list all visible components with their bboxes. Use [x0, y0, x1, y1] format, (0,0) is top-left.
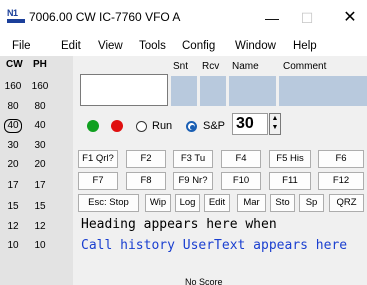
- entry-panel: Snt Rcv Name Comment Run S&P 30 ▲ ▼ F1 Q…: [73, 56, 367, 285]
- green-status-indicator: [87, 120, 99, 132]
- band-ph-17[interactable]: 17: [31, 180, 49, 191]
- band-cw-80[interactable]: 80: [4, 101, 22, 112]
- band-cw-30[interactable]: 30: [4, 140, 22, 151]
- red-status-indicator: [111, 120, 123, 132]
- run-radio[interactable]: [136, 121, 147, 132]
- band-ph-15[interactable]: 15: [31, 201, 49, 212]
- f6-button[interactable]: F6: [318, 150, 364, 168]
- band-header-ph: PH: [33, 59, 47, 70]
- cq-repeat-spinner[interactable]: ▲ ▼: [269, 113, 281, 135]
- minimize-button[interactable]: —: [255, 6, 289, 30]
- band-cw-160[interactable]: 160: [4, 81, 22, 92]
- f9-button[interactable]: F9 Nr?: [173, 172, 213, 190]
- band-ph-12[interactable]: 12: [31, 221, 49, 232]
- f7-button[interactable]: F7: [78, 172, 118, 190]
- menu-tools[interactable]: Tools: [139, 40, 166, 52]
- mark-button[interactable]: Mar: [237, 194, 266, 212]
- edit-button[interactable]: Edit: [204, 194, 230, 212]
- col-header-comment: Comment: [283, 61, 327, 72]
- call-input[interactable]: [80, 74, 168, 106]
- band-ph-10[interactable]: 10: [31, 240, 49, 251]
- f10-button[interactable]: F10: [221, 172, 261, 190]
- sp-radio[interactable]: [186, 121, 197, 132]
- spot-button[interactable]: Sp: [299, 194, 324, 212]
- menu-help[interactable]: Help: [293, 40, 317, 52]
- band-cw-40-selected[interactable]: 40: [4, 119, 22, 133]
- col-header-snt: Snt: [173, 61, 189, 72]
- spin-down-icon[interactable]: ▼: [270, 123, 280, 132]
- close-button[interactable]: ✕: [333, 6, 367, 30]
- f8-button[interactable]: F8: [126, 172, 166, 190]
- menu-bar: File Edit View Tools Config Window Help: [0, 38, 367, 56]
- menu-view[interactable]: View: [98, 40, 123, 52]
- menu-window[interactable]: Window: [235, 40, 276, 52]
- heading-message: Heading appears here when: [81, 217, 277, 232]
- band-ph-20[interactable]: 20: [31, 159, 49, 170]
- f11-button[interactable]: F11: [269, 172, 311, 190]
- score-status: No Score: [185, 277, 223, 285]
- spin-up-icon[interactable]: ▲: [270, 114, 280, 123]
- f12-button[interactable]: F12: [318, 172, 364, 190]
- band-ph-80[interactable]: 80: [31, 101, 49, 112]
- rcv-field[interactable]: [200, 76, 226, 106]
- maximize-button[interactable]: ☐: [290, 6, 324, 30]
- menu-config[interactable]: Config: [182, 40, 215, 52]
- title-bar: N1 7006.00 CW IC-7760 VFO A — ☐ ✕: [0, 0, 367, 34]
- f1-button[interactable]: F1 Qrl?: [78, 150, 118, 168]
- wipe-button[interactable]: Wip: [145, 194, 171, 212]
- call-history-message: Call history UserText appears here: [81, 238, 348, 253]
- log-button[interactable]: Log: [175, 194, 200, 212]
- snt-field[interactable]: [171, 76, 197, 106]
- name-field[interactable]: [229, 76, 276, 106]
- cq-repeat-input[interactable]: 30: [232, 113, 268, 135]
- f5-button[interactable]: F5 His: [269, 150, 311, 168]
- band-cw-15[interactable]: 15: [4, 201, 22, 212]
- band-cw-20[interactable]: 20: [4, 159, 22, 170]
- f3-button[interactable]: F3 Tu: [173, 150, 213, 168]
- esc-stop-button[interactable]: Esc: Stop: [78, 194, 139, 212]
- band-cw-10[interactable]: 10: [4, 240, 22, 251]
- comment-field[interactable]: [279, 76, 367, 106]
- band-cw-12[interactable]: 12: [4, 221, 22, 232]
- band-ph-40[interactable]: 40: [31, 120, 49, 131]
- menu-file[interactable]: File: [12, 40, 31, 52]
- menu-edit[interactable]: Edit: [61, 40, 81, 52]
- sp-label: S&P: [203, 120, 226, 132]
- app-logo-icon: N1: [7, 9, 25, 23]
- band-panel: CW PH 160 160 80 80 40 40 30 30 20 20 17…: [0, 56, 73, 285]
- band-header-cw: CW: [6, 59, 23, 70]
- qrz-button[interactable]: QRZ: [329, 194, 364, 212]
- window-title: 7006.00 CW IC-7760 VFO A: [29, 10, 181, 24]
- run-label: Run: [152, 120, 173, 132]
- band-ph-160[interactable]: 160: [31, 81, 49, 92]
- f2-button[interactable]: F2: [126, 150, 166, 168]
- col-header-rcv: Rcv: [202, 61, 220, 72]
- band-ph-30[interactable]: 30: [31, 140, 49, 151]
- f4-button[interactable]: F4: [221, 150, 261, 168]
- col-header-name: Name: [232, 61, 259, 72]
- store-button[interactable]: Sto: [270, 194, 295, 212]
- band-cw-17[interactable]: 17: [4, 180, 22, 191]
- app-logo-text: N1: [7, 8, 18, 18]
